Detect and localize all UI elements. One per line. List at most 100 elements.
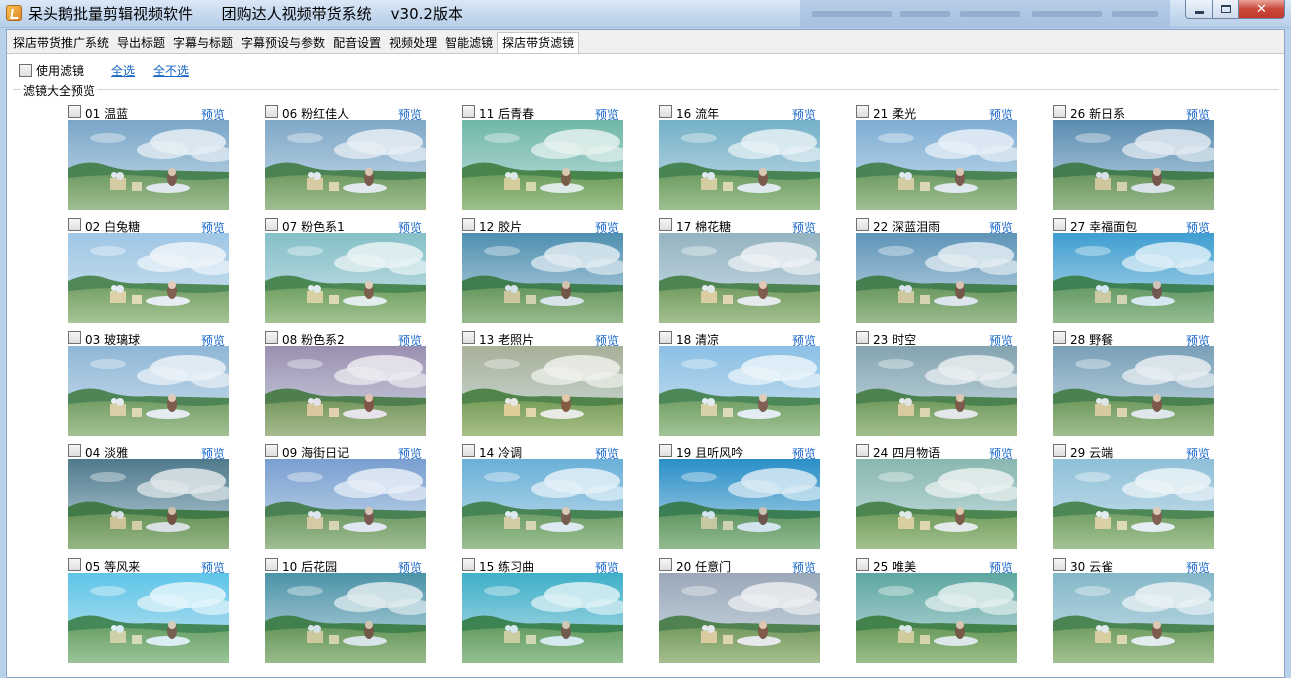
filter-cell-header: 28 野餐 预览 bbox=[1053, 330, 1214, 348]
filter-checkbox[interactable] bbox=[659, 331, 672, 344]
filter-cell-header: 16 流年 预览 bbox=[659, 104, 820, 122]
filter-cell-header: 12 胶片 预览 bbox=[462, 217, 623, 235]
filter-cell: 21 柔光 预览 bbox=[856, 104, 1017, 214]
filter-checkbox[interactable] bbox=[856, 331, 869, 344]
filter-thumbnail[interactable] bbox=[856, 459, 1017, 549]
filter-thumbnail[interactable] bbox=[659, 459, 820, 549]
filter-thumbnail[interactable] bbox=[68, 459, 229, 549]
filter-cell: 01 温蓝 预览 bbox=[68, 104, 229, 214]
filter-thumbnail[interactable] bbox=[68, 346, 229, 436]
filter-thumbnail[interactable] bbox=[659, 120, 820, 210]
filter-checkbox[interactable] bbox=[265, 444, 278, 457]
filter-thumbnail[interactable] bbox=[659, 233, 820, 323]
filter-cell: 27 幸福面包 预览 bbox=[1053, 217, 1214, 327]
filter-thumbnail[interactable] bbox=[1053, 120, 1214, 210]
filter-cell: 14 冷调 预览 bbox=[462, 443, 623, 553]
filter-cell: 19 且听风吟 预览 bbox=[659, 443, 820, 553]
filter-checkbox[interactable] bbox=[462, 331, 475, 344]
filter-cell: 13 老照片 预览 bbox=[462, 330, 623, 440]
window-title: 呆头鹅批量剪辑视频软件 团购达人视频带货系统 v30.2版本 bbox=[28, 5, 463, 23]
filter-checkbox[interactable] bbox=[659, 105, 672, 118]
filter-preview-group: 滤镜大全预览 01 温蓝 预览 02 白兔糖 预览 03 玻璃球 预览 04 淡… bbox=[13, 82, 1279, 678]
filter-thumbnail[interactable] bbox=[462, 573, 623, 663]
filter-cell-header: 25 唯美 预览 bbox=[856, 557, 1017, 575]
filter-thumbnail[interactable] bbox=[1053, 346, 1214, 436]
filter-thumbnail[interactable] bbox=[265, 573, 426, 663]
filter-thumbnail[interactable] bbox=[856, 573, 1017, 663]
filter-checkbox[interactable] bbox=[856, 105, 869, 118]
use-filter-checkbox-row[interactable]: 使用滤镜 bbox=[19, 62, 84, 79]
filter-thumbnail[interactable] bbox=[659, 573, 820, 663]
tab-5[interactable]: 视频处理 bbox=[385, 33, 441, 53]
filter-thumbnail[interactable] bbox=[265, 120, 426, 210]
group-legend: 滤镜大全预览 bbox=[21, 82, 98, 99]
filter-cell-header: 29 云端 预览 bbox=[1053, 443, 1214, 461]
filter-checkbox[interactable] bbox=[265, 105, 278, 118]
filter-thumbnail[interactable] bbox=[462, 120, 623, 210]
filter-thumbnail[interactable] bbox=[856, 233, 1017, 323]
filter-cell: 25 唯美 预览 bbox=[856, 557, 1017, 667]
filter-thumbnail[interactable] bbox=[462, 233, 623, 323]
filter-cell-header: 02 白兔糖 预览 bbox=[68, 217, 229, 235]
filter-checkbox[interactable] bbox=[265, 558, 278, 571]
tab-1[interactable]: 导出标题 bbox=[113, 33, 169, 53]
filter-thumbnail[interactable] bbox=[1053, 573, 1214, 663]
filter-checkbox[interactable] bbox=[1053, 218, 1066, 231]
filter-checkbox[interactable] bbox=[462, 218, 475, 231]
tab-7[interactable]: 探店带货滤镜 bbox=[497, 32, 580, 53]
filter-thumbnail[interactable] bbox=[265, 346, 426, 436]
filter-thumbnail[interactable] bbox=[68, 233, 229, 323]
filter-checkbox[interactable] bbox=[265, 331, 278, 344]
tab-6[interactable]: 智能滤镜 bbox=[441, 33, 497, 53]
filter-cell: 12 胶片 预览 bbox=[462, 217, 623, 327]
filter-checkbox[interactable] bbox=[68, 105, 81, 118]
filter-checkbox[interactable] bbox=[265, 218, 278, 231]
tab-0[interactable]: 探店带货推广系统 bbox=[9, 33, 113, 53]
filter-checkbox[interactable] bbox=[68, 558, 81, 571]
tab-2[interactable]: 字幕与标题 bbox=[169, 33, 237, 53]
filter-thumbnail[interactable] bbox=[462, 346, 623, 436]
filter-checkbox[interactable] bbox=[856, 558, 869, 571]
filter-cell-header: 03 玻璃球 预览 bbox=[68, 330, 229, 348]
filter-checkbox[interactable] bbox=[856, 444, 869, 457]
filter-checkbox[interactable] bbox=[462, 444, 475, 457]
filter-thumbnail[interactable] bbox=[659, 346, 820, 436]
filter-cell: 29 云端 预览 bbox=[1053, 443, 1214, 553]
select-none-link[interactable]: 全不选 bbox=[153, 62, 189, 79]
filter-thumbnail[interactable] bbox=[68, 120, 229, 210]
filter-cell: 03 玻璃球 预览 bbox=[68, 330, 229, 440]
minimize-button[interactable] bbox=[1185, 0, 1213, 19]
close-button[interactable]: ✕ bbox=[1239, 0, 1285, 19]
filter-checkbox[interactable] bbox=[462, 558, 475, 571]
filter-cell-header: 11 后青春 预览 bbox=[462, 104, 623, 122]
filter-checkbox[interactable] bbox=[659, 218, 672, 231]
filter-thumbnail[interactable] bbox=[265, 233, 426, 323]
filter-checkbox[interactable] bbox=[68, 218, 81, 231]
tab-3[interactable]: 字幕预设与参数 bbox=[237, 33, 329, 53]
filter-thumbnail[interactable] bbox=[1053, 459, 1214, 549]
filter-thumbnail[interactable] bbox=[856, 120, 1017, 210]
filter-checkbox[interactable] bbox=[659, 444, 672, 457]
filter-checkbox[interactable] bbox=[462, 105, 475, 118]
filter-checkbox[interactable] bbox=[856, 218, 869, 231]
use-filter-checkbox[interactable] bbox=[19, 64, 32, 77]
filter-cell: 23 时空 预览 bbox=[856, 330, 1017, 440]
filter-thumbnail[interactable] bbox=[265, 459, 426, 549]
filter-checkbox[interactable] bbox=[1053, 331, 1066, 344]
filter-checkbox[interactable] bbox=[659, 558, 672, 571]
tab-4[interactable]: 配音设置 bbox=[329, 33, 385, 53]
filter-checkbox[interactable] bbox=[68, 444, 81, 457]
filter-thumbnail[interactable] bbox=[856, 346, 1017, 436]
filter-thumbnail[interactable] bbox=[68, 573, 229, 663]
maximize-button[interactable] bbox=[1213, 0, 1239, 19]
filter-checkbox[interactable] bbox=[1053, 444, 1066, 457]
filter-thumbnail[interactable] bbox=[1053, 233, 1214, 323]
filter-checkbox[interactable] bbox=[1053, 105, 1066, 118]
filter-checkbox[interactable] bbox=[68, 331, 81, 344]
filter-checkbox[interactable] bbox=[1053, 558, 1066, 571]
filter-thumbnail[interactable] bbox=[462, 459, 623, 549]
filter-cell-header: 17 棉花糖 预览 bbox=[659, 217, 820, 235]
maximize-icon bbox=[1220, 5, 1231, 13]
select-all-link[interactable]: 全选 bbox=[111, 62, 135, 79]
filter-cell: 06 粉红佳人 预览 bbox=[265, 104, 426, 214]
